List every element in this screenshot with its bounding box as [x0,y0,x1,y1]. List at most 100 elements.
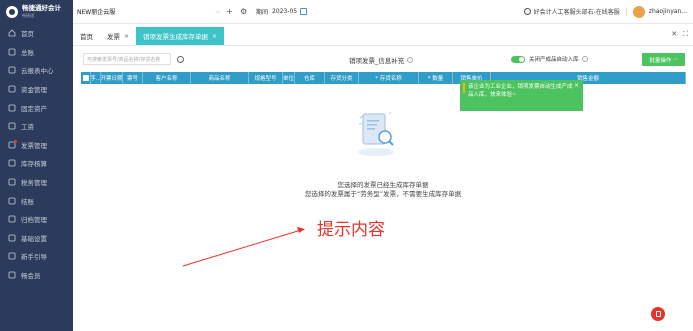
add-icon[interactable]: + [226,7,234,16]
online-service-link[interactable]: 好会计人工客服头部右-在线客服 [523,7,620,16]
column-header[interactable]: 开票日期 [101,72,123,84]
sidebar-item-label: 归档管理 [21,216,47,225]
column-header[interactable]: 单位 [283,72,295,84]
report-icon [8,66,16,74]
sidebar-item-label: 库存核算 [21,160,47,169]
asset-icon [8,104,16,112]
close-icon[interactable]: × [124,33,129,40]
headset-icon [523,8,531,15]
tab-0[interactable]: 首页 [73,27,100,45]
period-value[interactable]: 2023-05 [272,8,297,15]
batch-operation-label: 批量操作 [649,57,672,64]
gear-icon[interactable]: ⚙ [240,7,248,16]
sidebar-item-6[interactable]: 发票管理 [0,136,73,155]
close-icon[interactable]: × [212,33,217,40]
sidebar-item-5[interactable]: 工资 [0,117,73,136]
archive-icon [8,215,16,223]
sidebar-item-label: 发票管理 [21,141,47,150]
sidebar-item-10[interactable]: 归档管理 [0,210,73,229]
column-header[interactable]: * 存货名称 [359,72,419,84]
sidebar-item-label: 畅会员 [21,272,41,281]
page-title: 销项发票_信息补充 [349,55,414,65]
sidebar-item-label: 固定资产 [21,104,47,113]
salary-icon [8,122,16,130]
tab-bar: 首页 发票 × 销项发票生成库存单据 × ✕ ⛶ [73,24,693,46]
logo-text: 畅捷通好会计 [22,4,61,12]
invoice-icon [8,141,16,149]
table-header: 序... 开票日期 票号 客户名称 商品名称 规格型号 单位 仓库 存货分类 * 存货名称 * 数量… [81,72,686,84]
logo-icon [6,6,18,18]
close-icon[interactable]: × [574,82,579,90]
username[interactable]: zhaojinyan... [649,8,687,15]
sidebar-item-3[interactable]: 资金管理 [0,80,73,99]
help-icon[interactable] [581,56,588,62]
page-title-text: 销项发票_信息补充 [349,57,405,65]
sidebar-item-label: 云报表中心 [21,67,54,76]
tab-1[interactable]: 发票 × [100,27,136,45]
empty-document-icon [358,111,394,156]
search-input[interactable]: 可搜索发票号/商品名称/存货名称 [83,53,171,65]
column-header[interactable]: 存货分类 [325,72,359,84]
sidebar-item-7[interactable]: 库存核算 [0,154,73,173]
fullscreen-icon[interactable]: ⛶ [683,30,688,39]
sidebar-item-label: 资金管理 [21,86,47,95]
tooltip-text: 该企业为工业企业，销项发票自动生成产成品入库，快来体验~ [468,84,573,98]
sidebar-item-12[interactable]: 新手引导 [0,247,73,266]
calendar-icon[interactable] [300,8,308,15]
column-header[interactable]: 客户名称 [143,72,191,84]
tab-label: 发票 [107,33,120,41]
sidebar-item-4[interactable]: 固定资产 [0,98,73,117]
app-logo[interactable]: 畅捷通好会计 畅捷通 [0,0,73,24]
toggle-label: 关闭产成品自动入库 [529,55,588,63]
batch-operation-button[interactable]: 批量操作 ⌵ [642,53,685,66]
sidebar-nav: 首页 总账 云报表中心 资金管理 固定资产 工资 发票管理 库存核算 税务管理 结账 归档管理 基础设… [0,24,73,284]
column-header[interactable]: * 数量 [419,72,453,84]
feedback-button[interactable] [651,307,665,321]
column-header[interactable]: 规格型号 [249,72,283,84]
sidebar-item-13[interactable]: 畅会员 [0,266,73,285]
sidebar-item-2[interactable]: 云报表中心 [0,61,73,80]
sidebar-item-label: 新手引导 [21,253,47,262]
column-header[interactable]: 仓库 [295,72,325,84]
sidebar: 畅捷通好会计 畅捷通 首页 总账 云报表中心 资金管理 固定资产 工资 发票管理 库存核算 税务… [0,0,73,331]
guide-icon [8,252,16,260]
annotation-text: 提示内容 [317,220,385,240]
column-header[interactable]: 票号 [123,72,143,84]
company-selector[interactable]: NEW丽企云服 ⌵ [77,5,220,19]
toolbar: 可搜索发票号/商品名称/存货名称 销项发票_信息补充 关闭产成品自动入库 批量操… [73,46,693,72]
top-bar: NEW丽企云服 ⌵ + ⚙ 期间 2023-05 好会计人工客服头部右-在线客服… [73,0,693,24]
company-name: NEW丽企云服 [77,9,116,16]
home-icon [8,29,16,37]
auto-stock-toggle[interactable] [511,56,525,63]
divider [625,7,627,16]
sidebar-item-0[interactable]: 首页 [0,24,73,43]
member-icon [8,271,16,279]
sidebar-item-label: 总账 [21,48,34,57]
sidebar-item-11[interactable]: 基础设置 [0,229,73,248]
logo-subtext: 畅捷通 [22,13,34,18]
money-icon [8,85,16,93]
help-icon[interactable] [407,57,414,63]
chevron-down-icon: ⌵ [673,56,678,62]
sidebar-item-1[interactable]: 总账 [0,43,73,62]
sidebar-item-label: 首页 [21,30,34,39]
stock-icon [8,159,16,167]
close-all-icon[interactable]: ✕ [671,30,677,38]
search-icon[interactable] [177,55,184,63]
select-all-checkbox[interactable] [81,72,91,84]
tab-label: 首页 [80,33,93,41]
tab-label: 销项发票生成库存单据 [143,33,209,41]
toggle-label-text: 关闭产成品自动入库 [529,57,579,63]
column-header[interactable]: 商品名称 [191,72,249,84]
message-icon [655,311,661,317]
online-service-text: 好会计人工客服头部右-在线客服 [533,9,620,16]
column-header[interactable]: 序... [91,72,101,84]
empty-message-2: 您选择的发票属于“劳务型”发票，不需要生成库存单据 [304,190,462,198]
avatar[interactable] [632,5,645,18]
period-label: 期间 [256,9,269,16]
tab-list: 首页 发票 × 销项发票生成库存单据 × [73,23,225,45]
settings-icon [8,234,16,242]
ledger-icon [8,48,16,56]
tab-2[interactable]: 销项发票生成库存单据 × [136,27,225,45]
sidebar-item-label: 基础设置 [21,234,47,243]
